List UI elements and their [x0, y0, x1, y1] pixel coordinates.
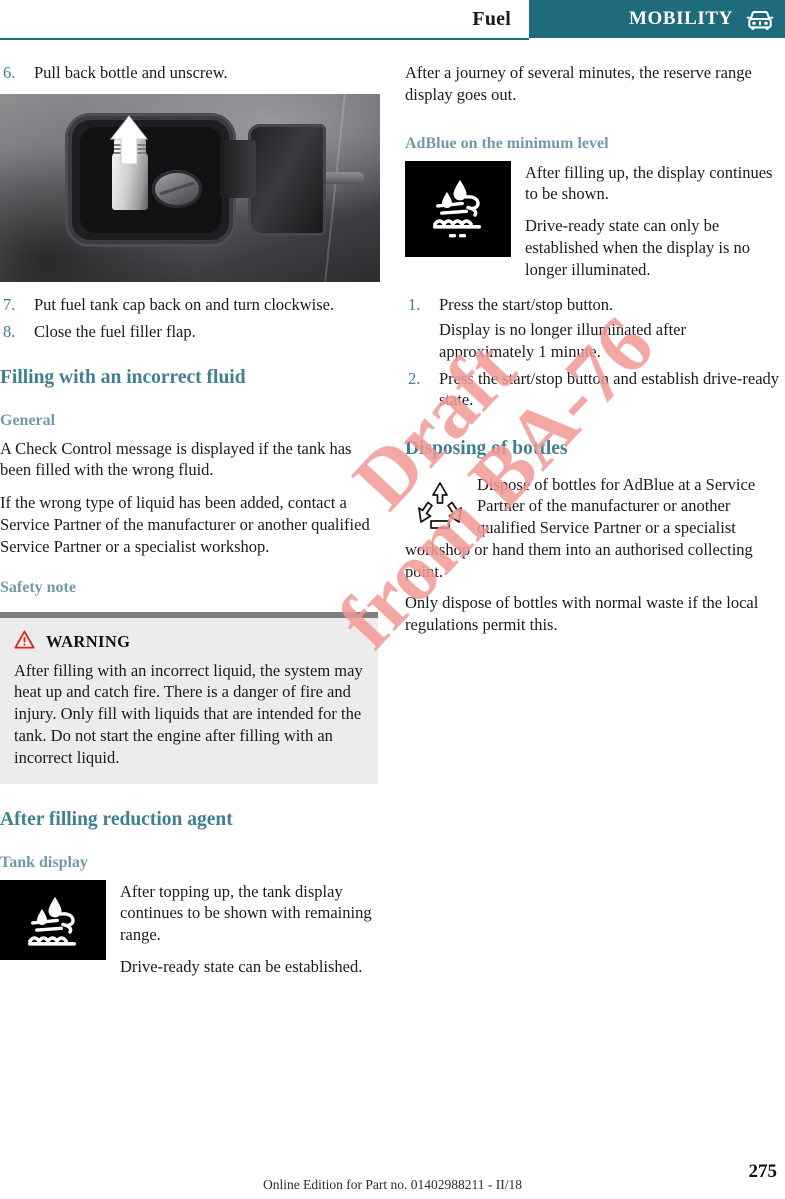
list-item: 1. Press the start/stop button. Display …	[405, 294, 785, 362]
fuel-tank-cap	[152, 169, 202, 208]
warning-body: After filling with an incorrect liquid, …	[14, 660, 363, 767]
step-text: Put fuel tank cap back on and turn clock…	[34, 294, 335, 314]
fuel-filler-flap	[248, 123, 326, 236]
adblue-display-text: After filling up, the display continues …	[525, 161, 785, 281]
warning-triangle-icon	[14, 630, 35, 654]
heading-tank-display: Tank display	[0, 853, 88, 871]
header-chapter-area: Fuel	[0, 0, 529, 38]
list-item: 2. Press the start/stop button and estab…	[405, 368, 785, 412]
document-page: Fuel MOBILITY 6. Pull back bottle and un…	[0, 0, 785, 1199]
general-paragraph-1: A Check Control message is displayed if …	[0, 438, 352, 480]
tank-display-paragraph-2: Drive-ready state can be established.	[120, 957, 363, 976]
adblue-minimum-level-icon	[405, 160, 511, 257]
step-subtext: Display is no longer illuminated after a…	[439, 320, 686, 361]
step-text: Close the fuel filler flap.	[34, 321, 196, 341]
step-number: 8.	[3, 321, 16, 341]
footer-edition-note: Online Edition for Part no. 01402988211 …	[263, 1177, 522, 1192]
heading-filling-incorrect-fluid: Filling with an incorrect fluid	[0, 367, 246, 389]
adblue-display-paragraph-1: After filling up, the display continues …	[525, 162, 773, 204]
section-title: MOBILITY	[628, 8, 733, 29]
step-number: 1.	[408, 295, 421, 315]
heading-general: General	[0, 411, 56, 429]
steps-list-top: 6. Pull back bottle and unscrew.	[0, 62, 380, 84]
disposing-block: Dispose of bottles for AdBlue at a Servi…	[405, 474, 785, 646]
header-section-band: MOBILITY	[529, 0, 785, 38]
car-front-icon	[745, 6, 775, 32]
reserve-range-paragraph: After a journey of several minutes, the …	[405, 63, 752, 104]
warning-title: WARNING	[46, 631, 131, 651]
adblue-display-paragraph-2: Drive-ready state can only be establishe…	[525, 216, 751, 279]
warning-box: WARNING After filling with an incorrect …	[0, 611, 378, 785]
right-column: After a journey of several minutes, the …	[405, 62, 785, 646]
steps-list-right: 1. Press the start/stop button. Display …	[405, 294, 785, 411]
page-number: 275	[748, 1161, 778, 1182]
list-item: 6. Pull back bottle and unscrew.	[0, 62, 380, 84]
tank-display-paragraph-1: After topping up, the tank display conti…	[120, 881, 372, 945]
page-footer: Online Edition for Part no. 01402988211 …	[0, 1153, 785, 1199]
left-column: 6. Pull back bottle and unscrew. 7. Put …	[0, 62, 380, 988]
step-text: Press the start/stop button.	[439, 295, 614, 315]
fuel-filler-photo	[0, 93, 380, 282]
recycle-icon	[413, 478, 467, 536]
steps-list-after-photo: 7. Put fuel tank cap back on and turn cl…	[0, 294, 380, 343]
chapter-title: Fuel	[472, 7, 511, 30]
general-paragraph-2: If the wrong type of liquid has been add…	[0, 493, 370, 556]
step-text: Pull back bottle and unscrew.	[34, 63, 228, 82]
step-number: 6.	[3, 63, 16, 82]
heading-disposing-of-bottles: Disposing of bottles	[405, 438, 568, 460]
heading-after-filling-reduction-agent: After filling reduction agent	[0, 809, 233, 831]
warning-title-row: WARNING	[14, 630, 364, 654]
adblue-tank-indicator-icon	[0, 879, 106, 960]
header-underline	[0, 38, 529, 40]
adblue-display-block: After filling up, the display continues …	[405, 160, 785, 281]
heading-safety-note: Safety note	[0, 578, 76, 596]
list-item: 8. Close the fuel filler flap.	[0, 321, 380, 343]
up-arrow-icon	[104, 114, 154, 166]
list-item: 7. Put fuel tank cap back on and turn cl…	[0, 294, 380, 316]
step-number: 7.	[3, 294, 16, 314]
step-text: Press the start/stop button and establis…	[439, 368, 780, 410]
tank-display-block: After topping up, the tank display conti…	[0, 879, 380, 978]
step-number: 2.	[408, 368, 421, 388]
heading-adblue-minimum-level: AdBlue on the minimum level	[405, 134, 609, 152]
tank-display-text: After topping up, the tank display conti…	[120, 880, 380, 978]
page-header: Fuel MOBILITY	[0, 0, 785, 38]
disposing-paragraph-2: Only dispose of bottles with normal wast…	[405, 593, 759, 635]
flap-hinge	[220, 139, 256, 198]
